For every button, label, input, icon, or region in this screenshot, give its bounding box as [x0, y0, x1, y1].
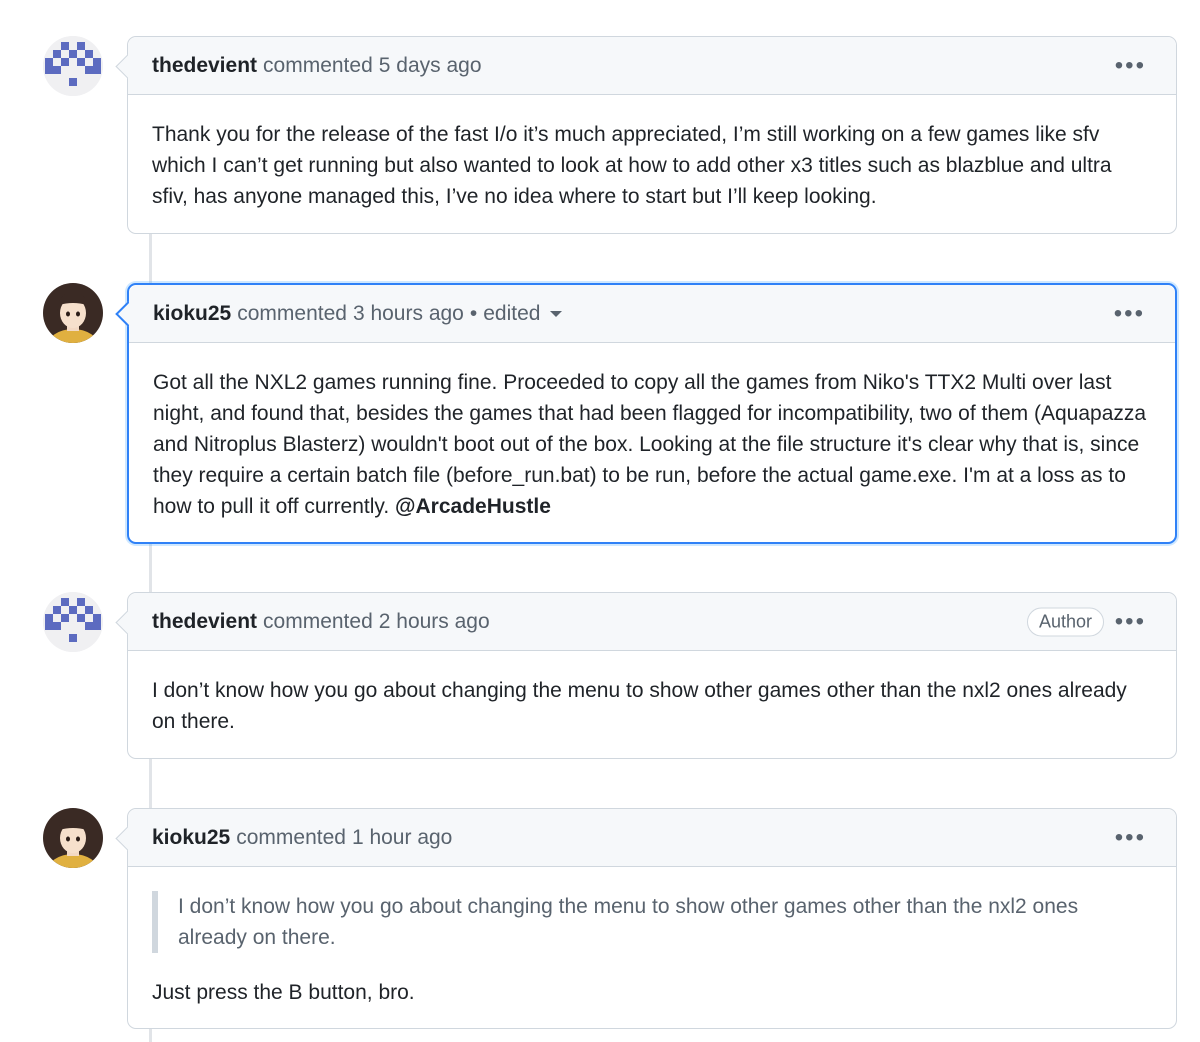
comment-timestamp[interactable]: 2 hours ago [379, 610, 490, 634]
identicon-icon [43, 36, 103, 96]
comment-header: kioku25 commented 1 hour ago ••• [128, 809, 1176, 867]
comment-box: kioku25 commented 1 hour ago ••• I don’t… [127, 808, 1177, 1029]
identicon-icon [43, 592, 103, 652]
comment-timestamp[interactable]: 3 hours ago [353, 302, 464, 326]
avatar-kioku25[interactable] [43, 283, 103, 343]
avatar-kioku25[interactable] [43, 808, 103, 868]
edited-label: edited [483, 301, 541, 325]
kebab-horizontal-icon[interactable]: ••• [1115, 53, 1146, 78]
comment-body: I don’t know how you go about changing t… [128, 867, 1176, 1030]
comment-action: commented [263, 609, 373, 633]
comment-body: Got all the NXL2 games running fine. Pro… [129, 343, 1175, 544]
caret-down-icon [550, 310, 563, 317]
avatar-thedevient[interactable] [43, 36, 103, 96]
author-link[interactable]: thedevient [152, 610, 257, 634]
comment-timestamp[interactable]: 1 hour ago [352, 826, 452, 850]
anime-girl-avatar-icon [43, 808, 103, 868]
blockquote: I don’t know how you go about changing t… [152, 891, 1152, 953]
avatar-thedevient[interactable] [43, 592, 103, 652]
user-mention-link[interactable]: @ArcadeHustle [395, 495, 551, 518]
comment-action: commented [263, 53, 373, 77]
comment-timeline: thedevient commented 5 days ago ••• Than… [0, 0, 1200, 1042]
comment-action: commented [237, 301, 347, 325]
kebab-horizontal-icon[interactable]: ••• [1115, 609, 1146, 634]
author-badge: Author [1026, 607, 1104, 636]
edited-dropdown[interactable]: edited [483, 301, 563, 326]
comment-timestamp[interactable]: 5 days ago [379, 54, 482, 78]
author-link[interactable]: thedevient [152, 54, 257, 78]
comment-box-highlighted: kioku25 commented 3 hours ago • edited •… [127, 283, 1177, 544]
comment-box: thedevient commented 2 hours ago Author … [127, 592, 1177, 759]
separator-dot: • [469, 301, 478, 325]
comment-text: Just press the B button, bro. [152, 981, 415, 1004]
kebab-horizontal-icon[interactable]: ••• [1114, 301, 1145, 326]
comment-header: kioku25 commented 3 hours ago • edited •… [129, 285, 1175, 343]
anime-girl-avatar-icon [43, 283, 103, 343]
comment-action: commented [236, 825, 346, 849]
comment-body: I don’t know how you go about changing t… [152, 679, 1127, 733]
author-link[interactable]: kioku25 [152, 826, 230, 850]
comment-header: thedevient commented 2 hours ago Author … [128, 593, 1176, 651]
comment-body: Thank you for the release of the fast I/… [152, 123, 1112, 208]
comment-box: thedevient commented 5 days ago ••• Than… [127, 36, 1177, 234]
kebab-horizontal-icon[interactable]: ••• [1115, 825, 1146, 850]
author-link[interactable]: kioku25 [153, 302, 231, 326]
comment-text: Got all the NXL2 games running fine. Pro… [153, 371, 1147, 518]
comment-header: thedevient commented 5 days ago ••• [128, 37, 1176, 95]
